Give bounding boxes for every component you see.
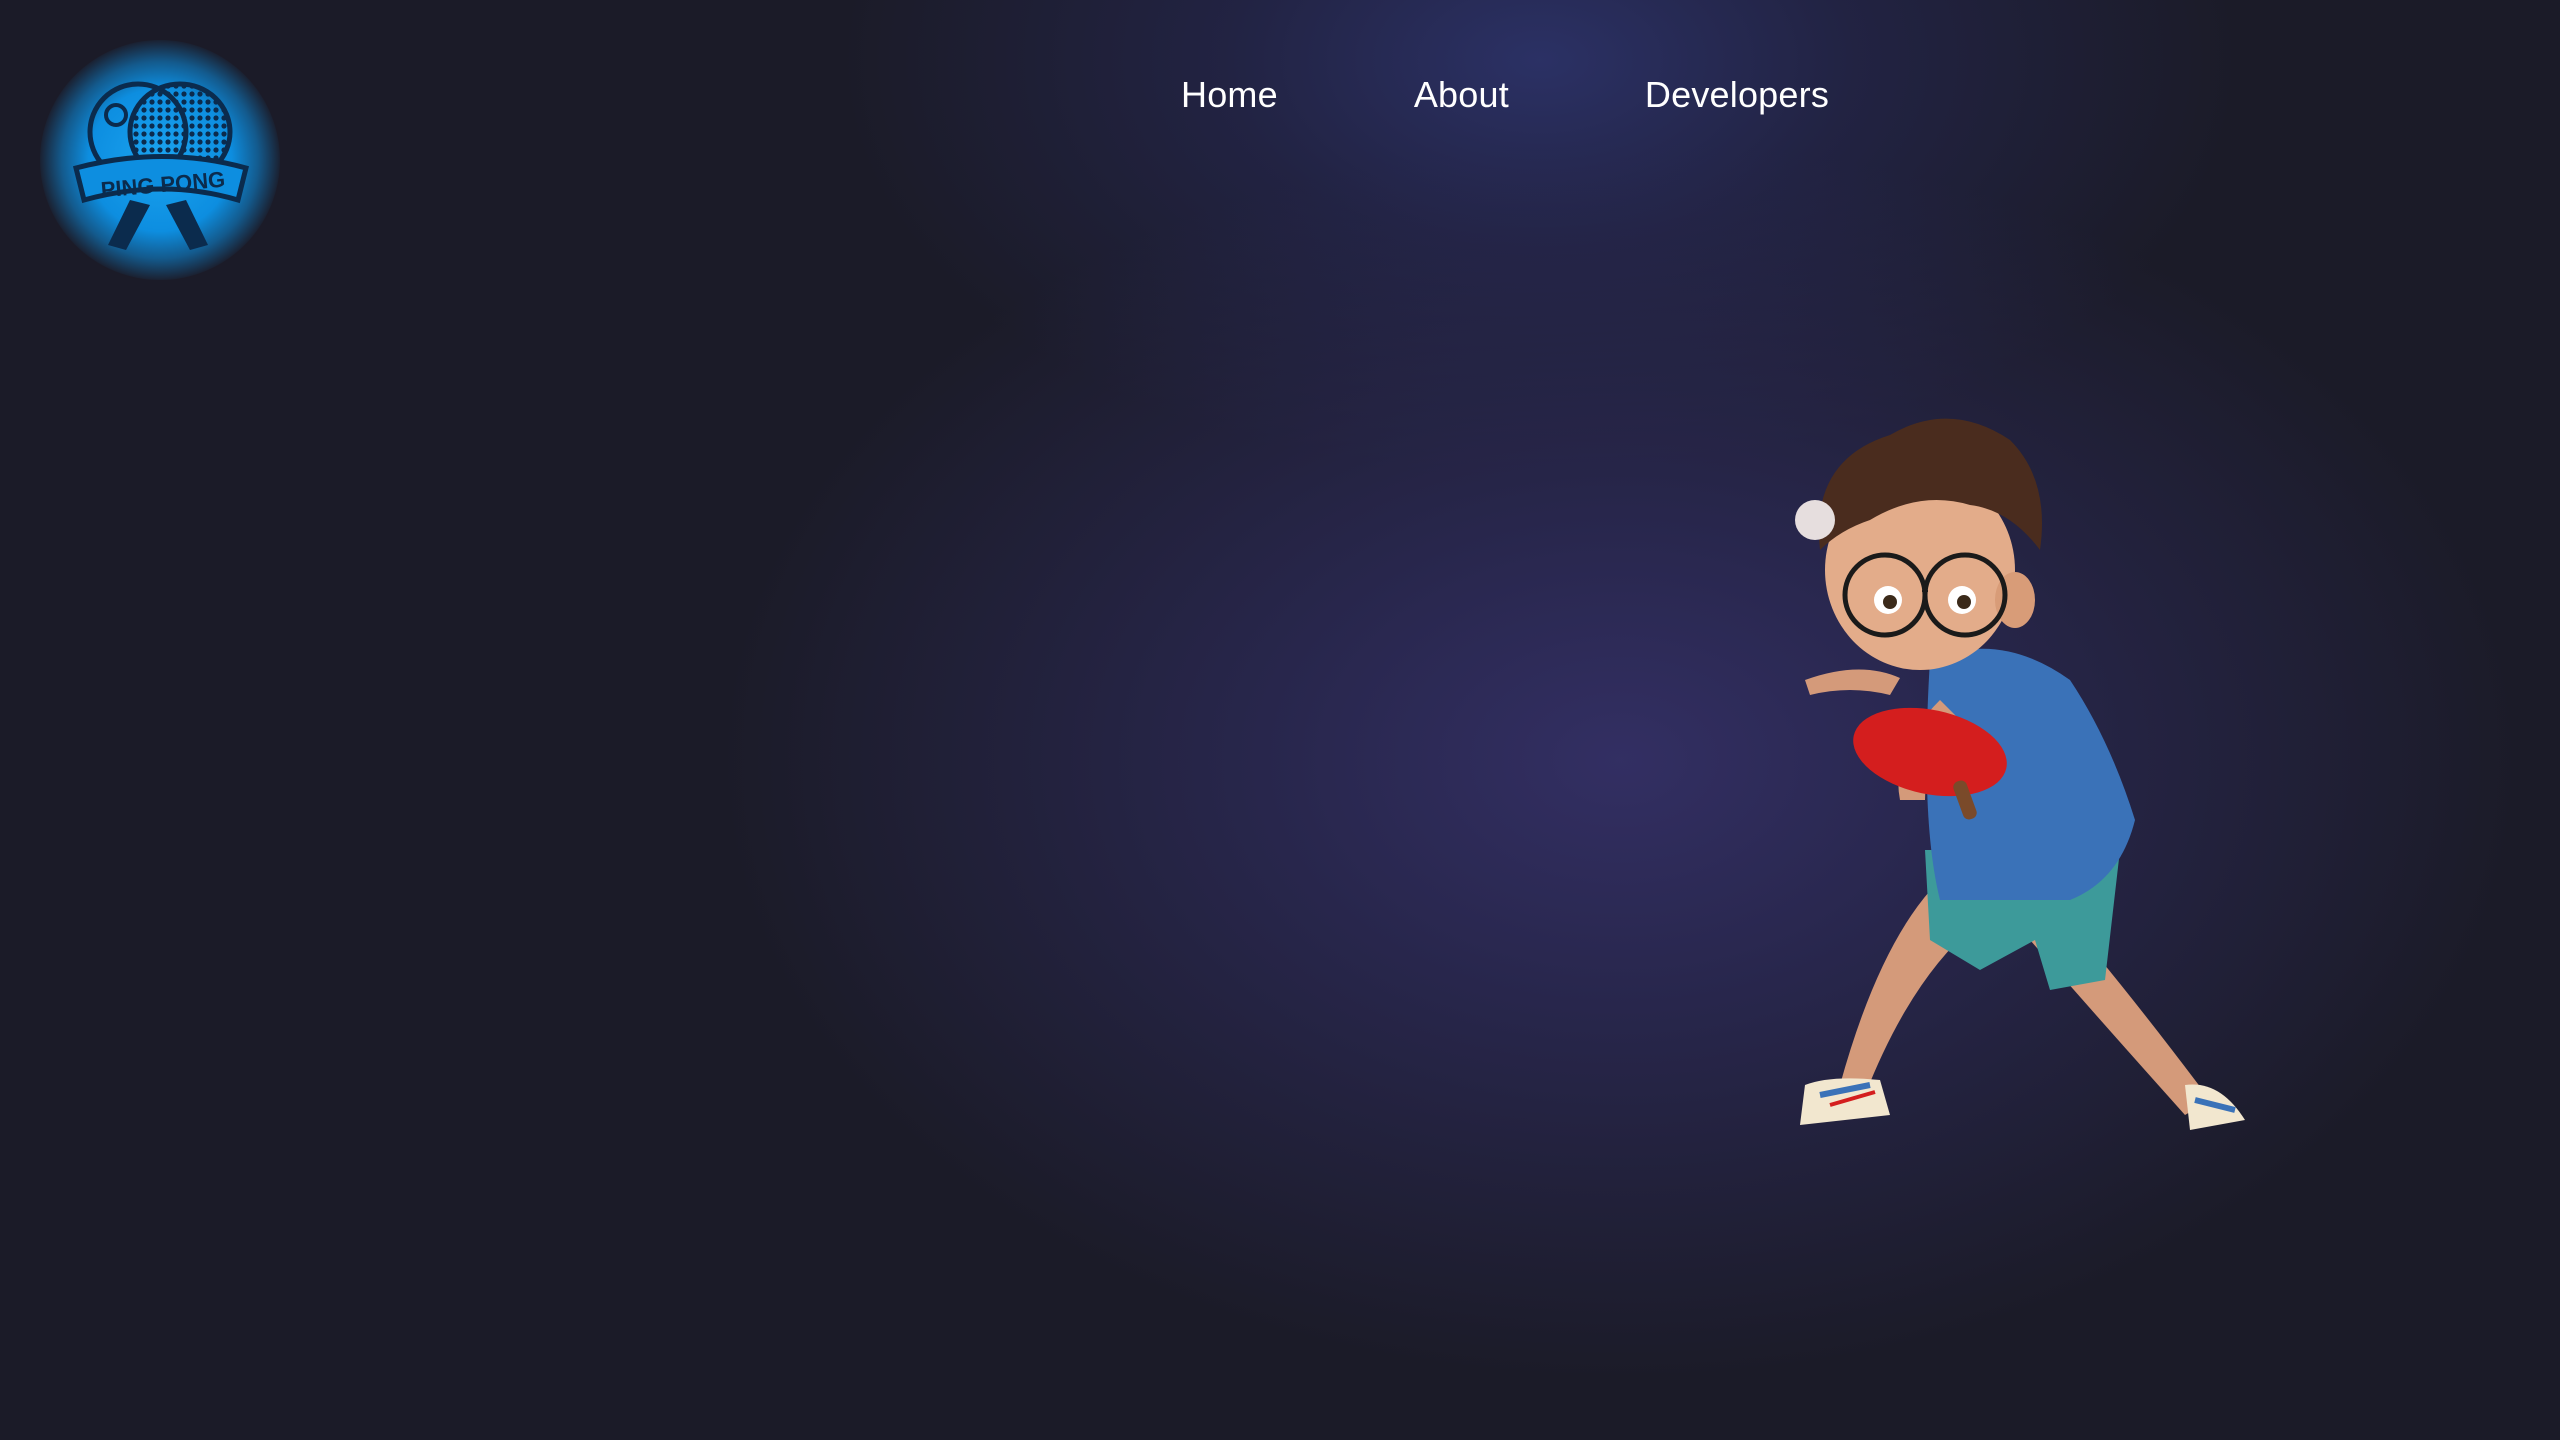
page: PING PONG Home About Developers xyxy=(0,0,2560,1440)
main-nav: Home About Developers xyxy=(1181,74,1829,116)
cartoon-boy-playing-ping-pong-icon xyxy=(1795,418,2245,1130)
ping-pong-logo[interactable]: PING PONG xyxy=(40,40,280,280)
ping-pong-paddle-logo-icon: PING PONG xyxy=(72,81,250,250)
nav-home-link[interactable]: Home xyxy=(1181,74,1278,116)
nav-developers-link[interactable]: Developers xyxy=(1645,74,1829,116)
nav-about-link[interactable]: About xyxy=(1414,74,1509,116)
